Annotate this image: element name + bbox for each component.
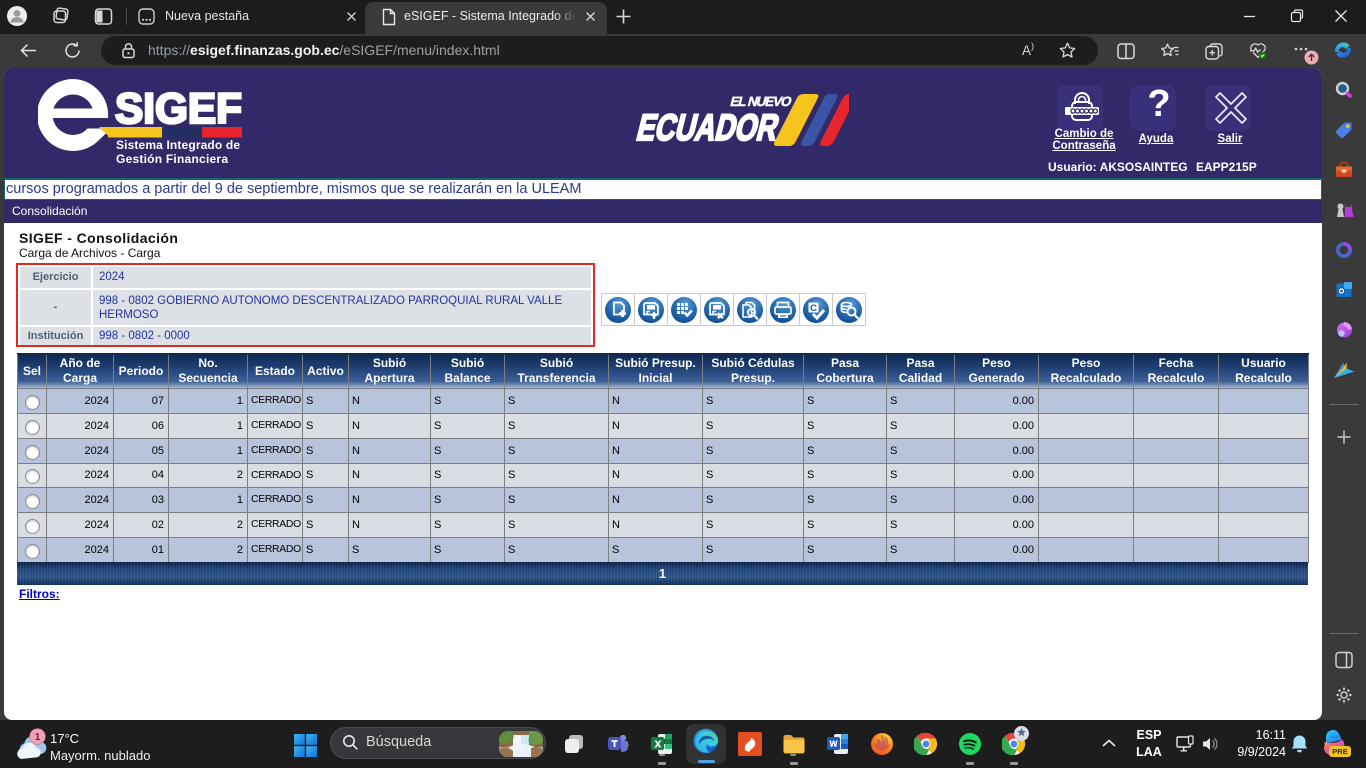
svg-text:C: C	[810, 303, 817, 314]
svg-text:Sistema Integrado de: Sistema Integrado de	[116, 138, 240, 152]
svg-text:Gestión Financiera: Gestión Financiera	[116, 152, 228, 166]
svg-text:1: 1	[35, 732, 41, 743]
svg-text:SIGEF: SIGEF	[115, 85, 242, 133]
svg-text:ECUADOR: ECUADOR	[634, 107, 783, 148]
